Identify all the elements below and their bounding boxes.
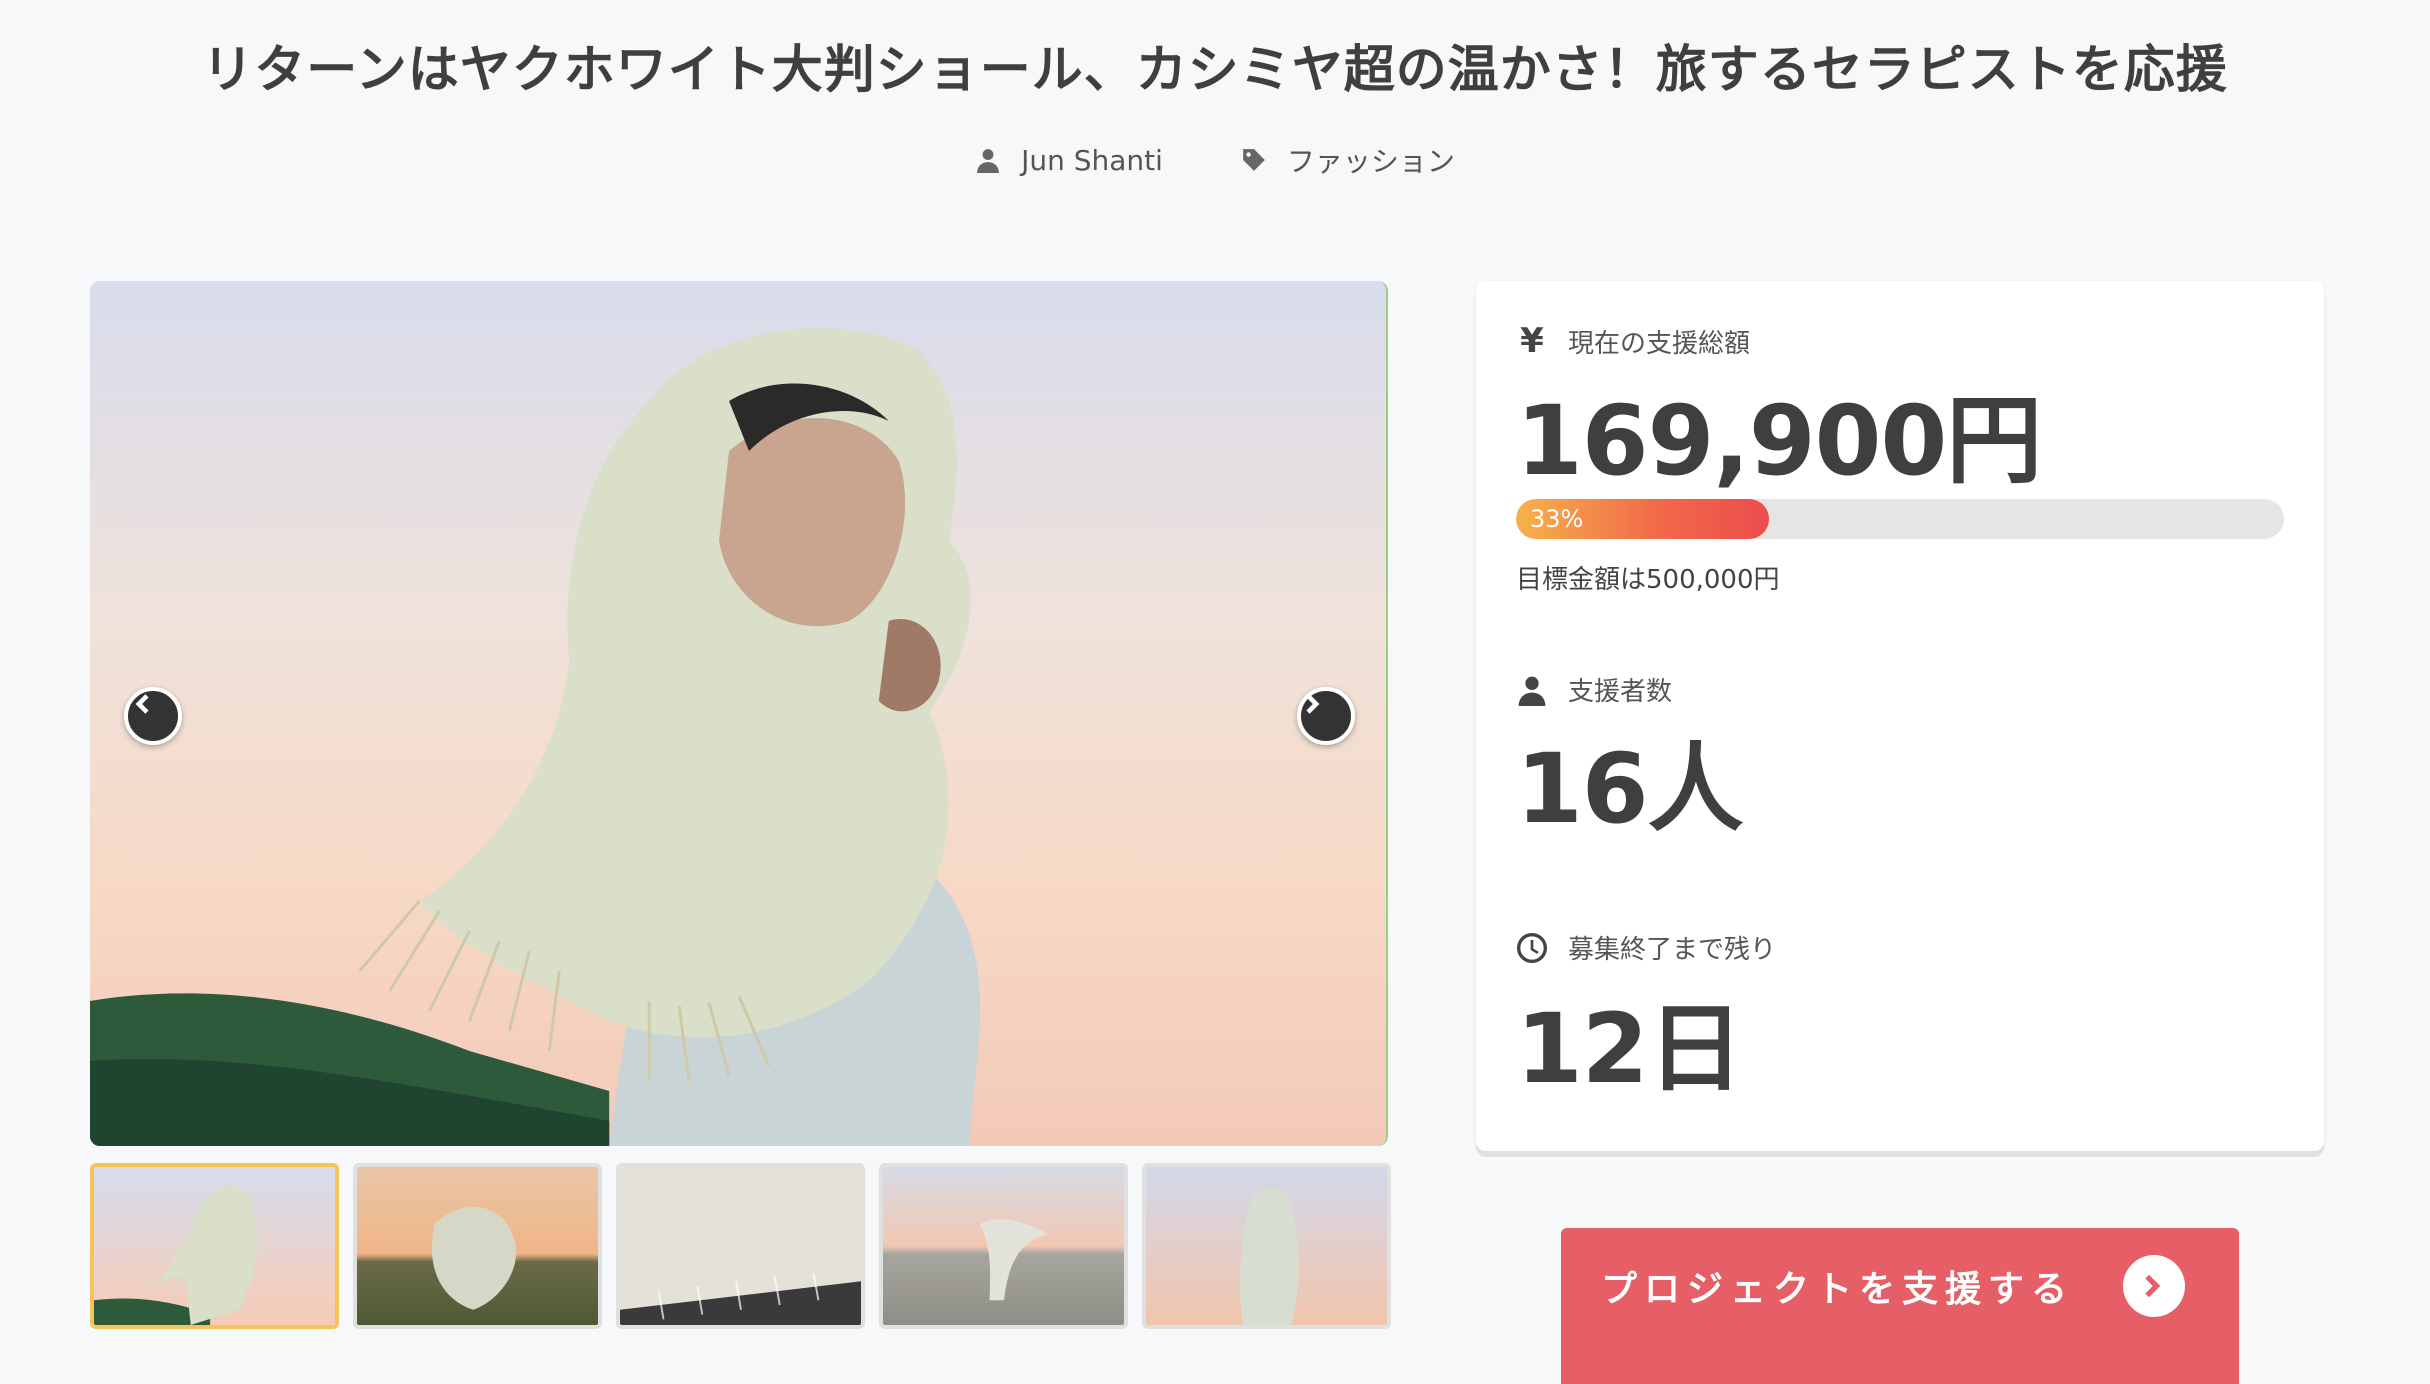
funding-label-row: ¥ 現在の支援総額 xyxy=(1516,321,1750,361)
remaining-label-row: 募集終了まで残り xyxy=(1516,929,1776,966)
progress-fill: 33% xyxy=(1516,499,1770,539)
tag-icon xyxy=(1243,149,1265,171)
chevron-left-icon xyxy=(135,694,149,714)
yen-icon: ¥ xyxy=(1520,321,1544,361)
chevron-right-circle-icon xyxy=(2123,1255,2185,1317)
chevron-right-icon xyxy=(1306,694,1320,714)
backers-count: 16人 xyxy=(1516,733,1744,845)
carousel-next-button[interactable] xyxy=(1297,687,1355,745)
backers-label-row: 支援者数 xyxy=(1516,671,1672,708)
goal-amount: 目標金額は500,000円 xyxy=(1516,565,1780,595)
thumbnail-strip xyxy=(90,1163,1391,1329)
support-project-button[interactable]: プロジェクトを支援する xyxy=(1561,1228,2239,1384)
main-image xyxy=(90,281,1388,1146)
thumbnail-4[interactable] xyxy=(879,1163,1128,1329)
category-link[interactable]: ファッション xyxy=(1241,140,1455,180)
user-icon xyxy=(1518,676,1546,706)
author-link[interactable]: Jun Shanti xyxy=(975,140,1163,180)
carousel-prev-button[interactable] xyxy=(124,687,182,745)
remaining-label: 募集終了まで残り xyxy=(1568,935,1777,965)
author-name: Jun Shanti xyxy=(1021,143,1163,177)
thumbnail-3[interactable] xyxy=(616,1163,865,1329)
backers-label: 支援者数 xyxy=(1568,677,1673,707)
thumbnail-2[interactable] xyxy=(353,1163,602,1329)
project-title: リターンはヤクホワイト大判ショール、カシミヤ超の温かさ！旅するセラピストを応援 xyxy=(202,41,2228,100)
thumbnail-1[interactable] xyxy=(90,1163,339,1329)
project-page: リターンはヤクホワイト大判ショール、カシミヤ超の温かさ！旅するセラピストを応援 … xyxy=(0,0,2430,1384)
thumbnail-5[interactable] xyxy=(1142,1163,1391,1329)
remaining-days: 12日 xyxy=(1516,993,1744,1105)
hero-photo xyxy=(90,328,981,1146)
funding-label: 現在の支援総額 xyxy=(1568,328,1751,359)
funding-amount: 169,900円 xyxy=(1516,385,2042,497)
user-icon xyxy=(977,149,999,173)
clock-icon xyxy=(1517,932,1547,963)
progress-percent: 33% xyxy=(1530,505,1584,533)
support-button-label: プロジェクトを支援する xyxy=(1601,1269,2075,1310)
category-name: ファッション xyxy=(1286,145,1455,178)
project-meta: Jun Shanti ファッション xyxy=(0,140,2430,180)
funding-progress-bar: 33% xyxy=(1516,499,2284,539)
funding-stats-card: ¥ 現在の支援総額 169,900円 33% 目標金額は500,000円 支援者… xyxy=(1476,281,2324,1151)
